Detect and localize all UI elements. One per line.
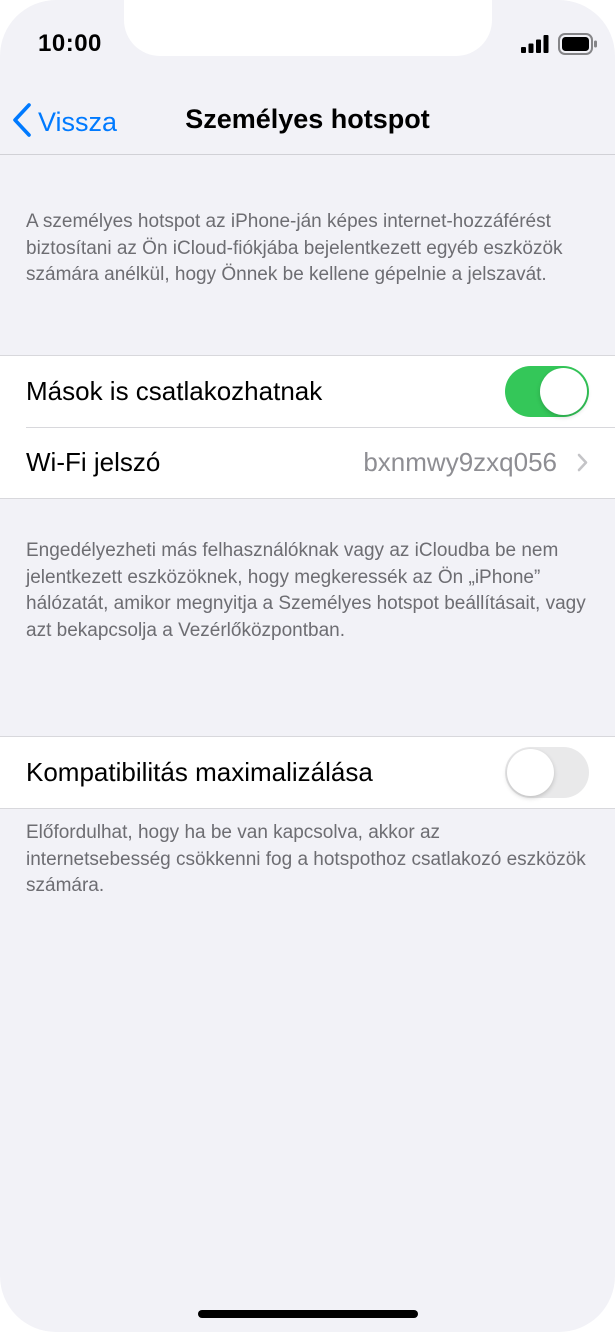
- phone-screen: 10:00 Vissza Személyes hotspot A személy…: [0, 0, 615, 1332]
- allow-others-row: Mások is csatlakozhatnak: [0, 356, 615, 427]
- maximize-compatibility-toggle[interactable]: [505, 747, 589, 798]
- battery-full-icon: [558, 33, 598, 60]
- wifi-password-label: Wi-Fi jelszó: [26, 447, 161, 477]
- status-time: 10:00: [38, 30, 102, 57]
- maximize-compatibility-row: Kompatibilitás maximalizálása: [0, 737, 615, 808]
- intro-description: A személyes hotspot az iPhone-ján képes …: [26, 211, 563, 285]
- allow-others-label: Mások is csatlakozhatnak: [26, 376, 323, 406]
- navigation-bar: Vissza Személyes hotspot: [0, 90, 615, 155]
- allow-others-toggle[interactable]: [505, 366, 589, 417]
- wifi-password-value: bxnmwy9zxq056: [363, 447, 557, 477]
- allow-others-footer: Engedélyezheti más felhasználóknak vagy …: [26, 540, 586, 641]
- compatibility-footer: Előfordulhat, hogy ha be van kapcsolva, …: [26, 822, 586, 896]
- page-title: Személyes hotspot: [185, 104, 430, 134]
- home-indicator[interactable]: [198, 1310, 418, 1318]
- status-bar: 10:00: [0, 0, 615, 90]
- chevron-right-icon: [577, 453, 588, 477]
- maximize-compatibility-label: Kompatibilitás maximalizálása: [26, 757, 373, 787]
- compatibility-group: Kompatibilitás maximalizálása: [0, 736, 615, 809]
- hotspot-settings-group: Mások is csatlakozhatnak Wi-Fi jelszó bx…: [0, 355, 615, 499]
- notch: [124, 0, 492, 56]
- toggle-knob: [507, 749, 554, 796]
- cellular-signal-icon: [521, 35, 549, 58]
- wifi-password-row[interactable]: Wi-Fi jelszó bxnmwy9zxq056: [0, 427, 615, 498]
- toggle-knob: [540, 368, 587, 415]
